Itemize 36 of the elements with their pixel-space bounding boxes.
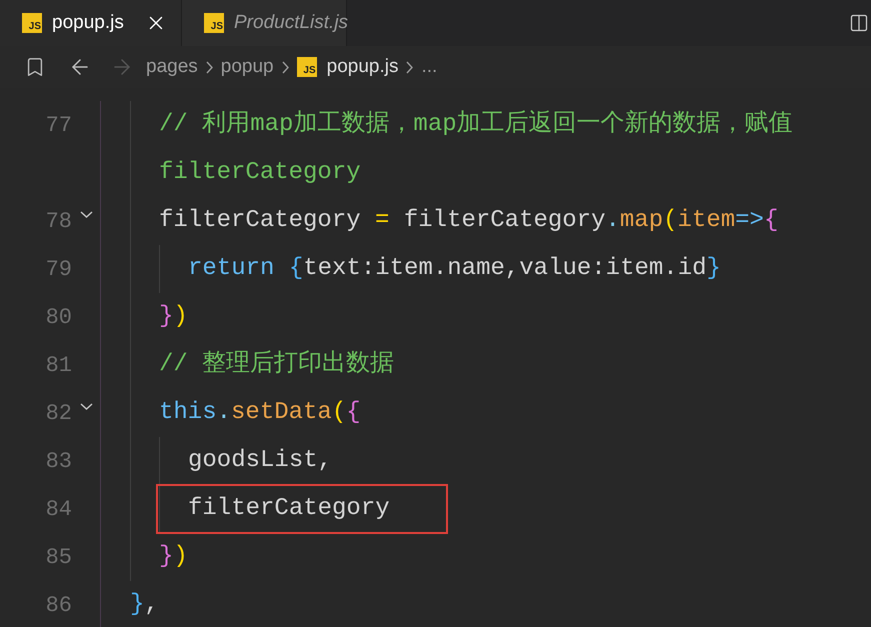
js-file-icon: JS [22, 13, 42, 33]
breadcrumb-more[interactable]: ... [421, 52, 438, 82]
breadcrumb-item[interactable]: popup.js [326, 52, 398, 82]
fold-chevron-icon[interactable] [80, 210, 92, 218]
line-number: 78 [46, 208, 72, 236]
breadcrumb-item[interactable]: popup [220, 52, 274, 82]
code-line: filterCategory [159, 161, 361, 185]
code-line: goodsList, [188, 449, 332, 473]
fold-chevron-icon[interactable] [80, 402, 92, 410]
line-number: 77 [46, 112, 72, 140]
tab-label: ProductList.js [234, 10, 348, 35]
code-line: }, [130, 593, 159, 617]
highlighted-code-line: filterCategory [158, 486, 446, 532]
js-file-icon: JS [296, 57, 317, 77]
editor-tab[interactable]: JS popup.js [0, 0, 182, 46]
code-line: filterCategory = filterCategory.map(item=>{ [159, 209, 778, 233]
js-file-icon: JS [204, 13, 224, 33]
chevron-right-icon [282, 60, 289, 74]
line-number: 84 [46, 496, 72, 524]
code-line: return {text:item.name,value:item.id} [188, 257, 721, 281]
chevron-right-icon [206, 60, 213, 74]
breadcrumb-item[interactable]: pages [146, 52, 198, 82]
line-number: 80 [46, 304, 72, 332]
line-number: 85 [46, 544, 72, 572]
line-number: 79 [46, 256, 72, 284]
line-number: 83 [46, 448, 72, 476]
code-line: }) [159, 305, 188, 329]
split-editor-icon[interactable] [849, 13, 869, 33]
line-number: 86 [46, 592, 72, 620]
editor-tab[interactable]: JS ProductList.js [182, 0, 347, 46]
line-number: 81 [46, 352, 72, 380]
code-line: this.setData({ [159, 401, 361, 425]
line-number: 82 [46, 400, 72, 428]
tab-label: popup.js [52, 10, 124, 35]
code-line: }) [159, 545, 188, 569]
chevron-right-icon [406, 60, 414, 74]
